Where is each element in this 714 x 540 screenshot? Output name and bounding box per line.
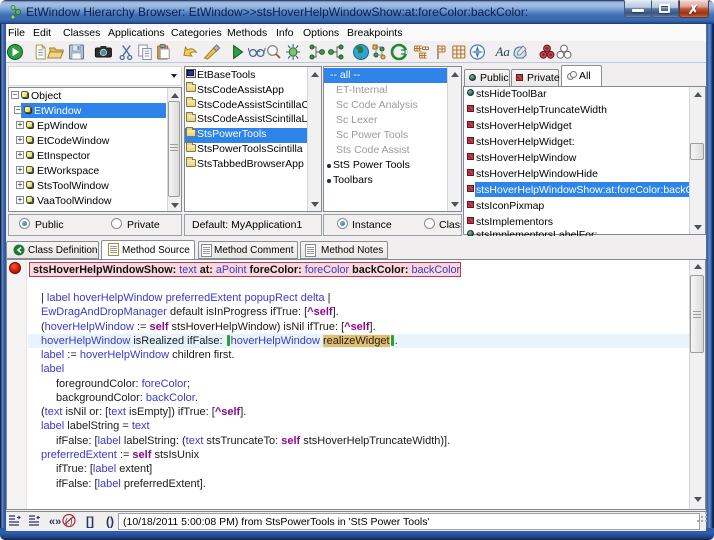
svg-text:«»: «» — [49, 516, 61, 528]
svg-text:(): () — [106, 515, 114, 529]
svg-text:[]: [] — [86, 515, 94, 529]
svg-text:Aa: Aa — [494, 44, 510, 59]
svg-text:(.): (.) — [65, 517, 73, 526]
